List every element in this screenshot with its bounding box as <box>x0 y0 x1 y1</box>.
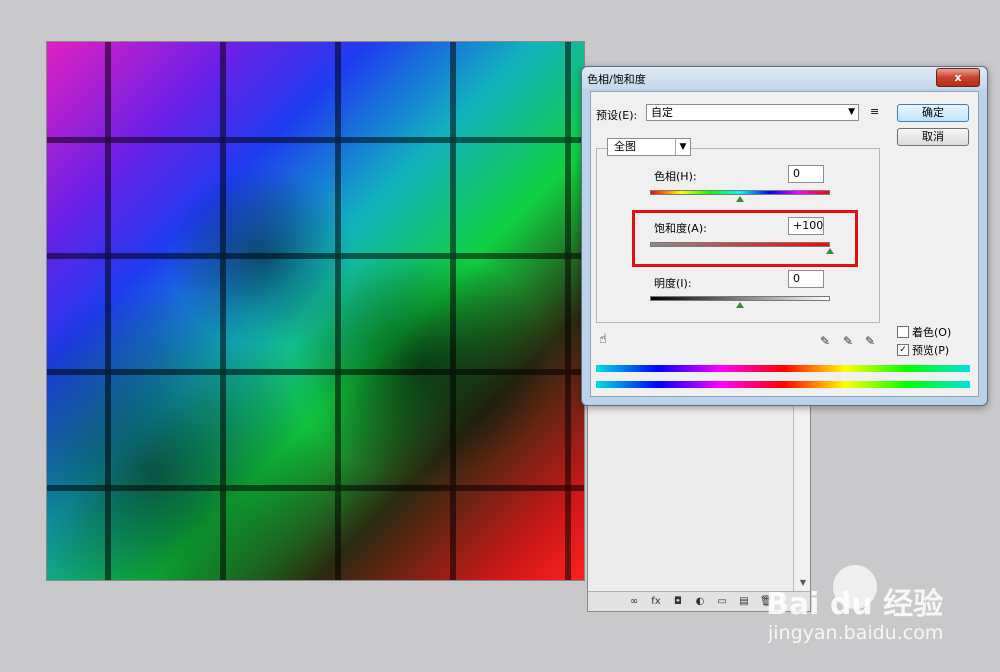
hue-slider-thumb[interactable] <box>736 196 744 202</box>
colorize-checkbox[interactable] <box>897 326 909 338</box>
new-layer-icon[interactable]: ▤ <box>738 596 750 607</box>
channel-value: 全图 <box>614 140 636 153</box>
dialog-titlebar[interactable]: 色相/饱和度 x <box>582 67 987 89</box>
channel-select[interactable]: 全图 ▼ <box>607 138 691 156</box>
chevron-down-icon: ▼ <box>675 139 690 155</box>
lightness-label: 明度(I): <box>654 277 692 290</box>
input-color-bar <box>596 365 970 372</box>
lightness-slider-thumb[interactable] <box>736 302 744 308</box>
preview-checkbox[interactable]: ✓ <box>897 344 909 356</box>
preset-label: 预设(E): <box>596 109 638 122</box>
preset-select[interactable]: 自定 ▼ <box>646 104 859 121</box>
colorize-row[interactable]: 着色(O) <box>897 324 951 340</box>
layer-style-icon[interactable]: fx <box>650 596 662 607</box>
layers-scrollbar[interactable]: ▼ <box>793 396 810 591</box>
chevron-down-icon: ▼ <box>848 107 855 117</box>
targeted-adjustment-hand-icon[interactable]: ☝ <box>599 332 607 347</box>
saturation-highlight-box <box>632 210 858 267</box>
close-button[interactable]: x <box>936 68 980 87</box>
hue-slider-track[interactable] <box>650 190 830 195</box>
new-group-icon[interactable]: ▭ <box>716 596 728 607</box>
eyedropper-minus-icon[interactable]: ✎ <box>865 334 875 348</box>
watermark-logo: Bai du 经验 <box>766 587 944 622</box>
eyedropper-plus-icon[interactable]: ✎ <box>843 334 853 348</box>
lightness-slider-track[interactable] <box>650 296 830 301</box>
lightness-input[interactable]: 0 <box>788 270 824 288</box>
ok-button[interactable]: 确定 <box>897 104 969 122</box>
adjustment-layer-icon[interactable]: ◐ <box>694 596 706 607</box>
layer-mask-icon[interactable]: ◘ <box>672 596 684 607</box>
hue-label: 色相(H): <box>654 170 697 183</box>
preset-value: 自定 <box>651 106 673 119</box>
watermark-site: jingyan.baidu.com <box>768 622 944 644</box>
dialog-body: 预设(E): 自定 ▼ ≡ 确定 取消 全图 ▼ 色相(H): 0 饱和度(A)… <box>590 91 979 397</box>
eyedropper-icon[interactable]: ✎ <box>820 334 830 348</box>
hue-saturation-dialog: 色相/饱和度 x 预设(E): 自定 ▼ ≡ 确定 取消 全图 ▼ 色相(H):… <box>581 66 988 406</box>
preset-options-icon[interactable]: ≡ <box>870 105 879 118</box>
canvas-glass-pattern <box>47 42 584 580</box>
dialog-title: 色相/饱和度 <box>587 73 646 86</box>
output-color-bar <box>596 381 970 388</box>
cancel-button[interactable]: 取消 <box>897 128 969 146</box>
hue-input[interactable]: 0 <box>788 165 824 183</box>
preview-label: 预览(P) <box>912 344 950 357</box>
colorize-label: 着色(O) <box>912 326 952 339</box>
preview-row[interactable]: ✓ 预览(P) <box>897 342 949 358</box>
link-layers-icon[interactable]: ∞ <box>628 596 640 607</box>
